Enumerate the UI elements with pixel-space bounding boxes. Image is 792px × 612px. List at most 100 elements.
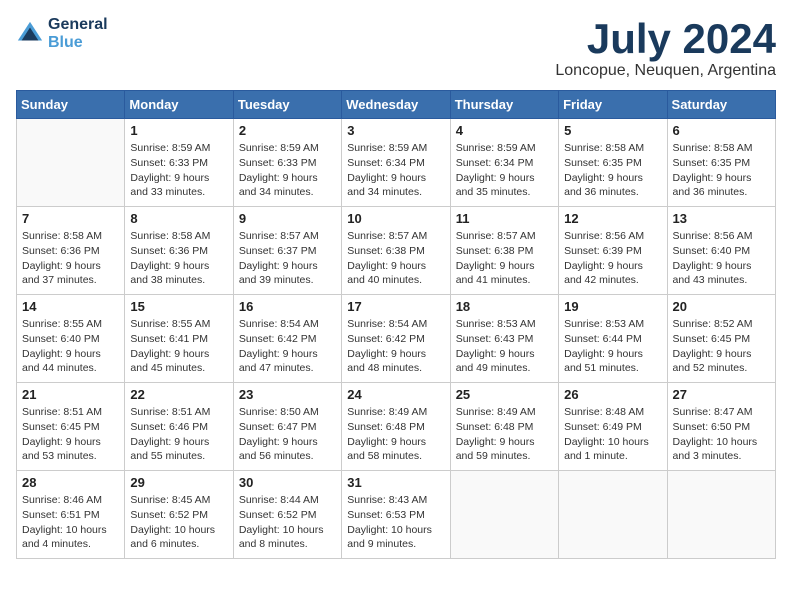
calendar-cell: 29Sunrise: 8:45 AMSunset: 6:52 PMDayligh… xyxy=(125,471,233,559)
day-number: 7 xyxy=(22,211,119,226)
calendar-cell: 5 Sunrise: 8:58 AMSunset: 6:35 PMDaylight… xyxy=(559,119,667,207)
logo-text-line1: General xyxy=(48,16,108,34)
calendar-cell: 6 Sunrise: 8:58 AMSunset: 6:35 PMDaylight… xyxy=(667,119,775,207)
day-number: 28 xyxy=(22,475,119,490)
calendar-week-row: 14Sunrise: 8:55 AMSunset: 6:40 PMDayligh… xyxy=(17,295,776,383)
day-number: 13 xyxy=(673,211,770,226)
weekday-header: Wednesday xyxy=(342,91,450,119)
calendar-cell: 25Sunrise: 8:49 AMSunset: 6:48 PMDayligh… xyxy=(450,383,558,471)
day-info: Sunrise: 8:58 AMSunset: 6:36 PMDaylight:… xyxy=(22,229,119,288)
day-number: 22 xyxy=(130,387,227,402)
weekday-header-row: SundayMondayTuesdayWednesdayThursdayFrid… xyxy=(17,91,776,119)
day-number: 17 xyxy=(347,299,444,314)
calendar-cell: 16 Sunrise: 8:54 AMSunset: 6:42 PMDayligh… xyxy=(233,295,341,383)
day-info: Sunrise: 8:59 AMSunset: 6:33 PMDaylight:… xyxy=(130,141,227,200)
weekday-header: Saturday xyxy=(667,91,775,119)
day-info: Sunrise: 8:50 AMSunset: 6:47 PMDaylight:… xyxy=(239,405,336,464)
day-info: Sunrise: 8:57 AMSunset: 6:38 PMDaylight:… xyxy=(456,229,553,288)
day-info: Sunrise: 8:48 AMSunset: 6:49 PMDaylight:… xyxy=(564,405,661,464)
logo-text-line2: Blue xyxy=(48,34,108,52)
calendar-cell: 18 Sunrise: 8:53 AMSunset: 6:43 PMDayligh… xyxy=(450,295,558,383)
calendar-cell xyxy=(450,471,558,559)
day-info: Sunrise: 8:55 AMSunset: 6:40 PMDaylight:… xyxy=(22,317,119,376)
day-info: Sunrise: 8:58 AMSunset: 6:36 PMDaylight:… xyxy=(130,229,227,288)
calendar-cell: 17 Sunrise: 8:54 AMSunset: 6:42 PMDayligh… xyxy=(342,295,450,383)
day-number: 1 xyxy=(130,123,227,138)
weekday-header: Sunday xyxy=(17,91,125,119)
day-number: 20 xyxy=(673,299,770,314)
day-info: Sunrise: 8:56 AMSunset: 6:39 PMDaylight:… xyxy=(564,229,661,288)
day-info: Sunrise: 8:58 AMSunset: 6:35 PMDaylight:… xyxy=(673,141,770,200)
day-info: Sunrise: 8:58 AMSunset: 6:35 PMDaylight:… xyxy=(564,141,661,200)
calendar-cell: 20 Sunrise: 8:52 AMSunset: 6:45 PMDayligh… xyxy=(667,295,775,383)
day-number: 15 xyxy=(130,299,227,314)
day-number: 19 xyxy=(564,299,661,314)
title-block: July 2024 Loncopue, Neuquen, Argentina xyxy=(555,16,776,80)
day-info: Sunrise: 8:44 AMSunset: 6:52 PMDaylight:… xyxy=(239,493,336,552)
day-number: 5 xyxy=(564,123,661,138)
weekday-header: Thursday xyxy=(450,91,558,119)
weekday-header: Monday xyxy=(125,91,233,119)
calendar-week-row: 28 Sunrise: 8:46 AMSunset: 6:51 PMDayligh… xyxy=(17,471,776,559)
day-number: 9 xyxy=(239,211,336,226)
calendar-cell: 22 Sunrise: 8:51 AMSunset: 6:46 PMDayligh… xyxy=(125,383,233,471)
day-number: 18 xyxy=(456,299,553,314)
day-number: 11 xyxy=(456,211,553,226)
day-info: Sunrise: 8:55 AMSunset: 6:41 PMDaylight:… xyxy=(130,317,227,376)
calendar-cell: 21Sunrise: 8:51 AMSunset: 6:45 PMDayligh… xyxy=(17,383,125,471)
day-info: Sunrise: 8:54 AMSunset: 6:42 PMDaylight:… xyxy=(239,317,336,376)
day-number: 12 xyxy=(564,211,661,226)
day-number: 26 xyxy=(564,387,661,402)
calendar-cell: 19 Sunrise: 8:53 AMSunset: 6:44 PMDayligh… xyxy=(559,295,667,383)
logo-icon xyxy=(16,20,44,48)
calendar-week-row: 21Sunrise: 8:51 AMSunset: 6:45 PMDayligh… xyxy=(17,383,776,471)
day-info: Sunrise: 8:49 AMSunset: 6:48 PMDaylight:… xyxy=(456,405,553,464)
calendar-cell: 26 Sunrise: 8:48 AMSunset: 6:49 PMDayligh… xyxy=(559,383,667,471)
day-info: Sunrise: 8:52 AMSunset: 6:45 PMDaylight:… xyxy=(673,317,770,376)
day-info: Sunrise: 8:57 AMSunset: 6:37 PMDaylight:… xyxy=(239,229,336,288)
day-number: 30 xyxy=(239,475,336,490)
calendar-cell: 1 Sunrise: 8:59 AMSunset: 6:33 PMDaylight… xyxy=(125,119,233,207)
weekday-header: Friday xyxy=(559,91,667,119)
calendar-cell: 12 Sunrise: 8:56 AMSunset: 6:39 PMDayligh… xyxy=(559,207,667,295)
calendar-week-row: 7 Sunrise: 8:58 AMSunset: 6:36 PMDaylight… xyxy=(17,207,776,295)
day-number: 3 xyxy=(347,123,444,138)
day-number: 4 xyxy=(456,123,553,138)
day-number: 29 xyxy=(130,475,227,490)
day-info: Sunrise: 8:57 AMSunset: 6:38 PMDaylight:… xyxy=(347,229,444,288)
day-info: Sunrise: 8:47 AMSunset: 6:50 PMDaylight:… xyxy=(673,405,770,464)
day-number: 10 xyxy=(347,211,444,226)
day-info: Sunrise: 8:56 AMSunset: 6:40 PMDaylight:… xyxy=(673,229,770,288)
calendar-week-row: 1 Sunrise: 8:59 AMSunset: 6:33 PMDaylight… xyxy=(17,119,776,207)
day-number: 24 xyxy=(347,387,444,402)
calendar-table: SundayMondayTuesdayWednesdayThursdayFrid… xyxy=(16,90,776,559)
calendar-cell: 9 Sunrise: 8:57 AMSunset: 6:37 PMDaylight… xyxy=(233,207,341,295)
day-info: Sunrise: 8:54 AMSunset: 6:42 PMDaylight:… xyxy=(347,317,444,376)
calendar-cell: 27 Sunrise: 8:47 AMSunset: 6:50 PMDayligh… xyxy=(667,383,775,471)
day-info: Sunrise: 8:46 AMSunset: 6:51 PMDaylight:… xyxy=(22,493,119,552)
day-number: 31 xyxy=(347,475,444,490)
day-info: Sunrise: 8:59 AMSunset: 6:34 PMDaylight:… xyxy=(456,141,553,200)
day-info: Sunrise: 8:53 AMSunset: 6:44 PMDaylight:… xyxy=(564,317,661,376)
calendar-cell: 8Sunrise: 8:58 AMSunset: 6:36 PMDaylight… xyxy=(125,207,233,295)
calendar-cell: 11 Sunrise: 8:57 AMSunset: 6:38 PMDayligh… xyxy=(450,207,558,295)
calendar-cell: 4 Sunrise: 8:59 AMSunset: 6:34 PMDaylight… xyxy=(450,119,558,207)
calendar-cell xyxy=(559,471,667,559)
calendar-cell: 30 Sunrise: 8:44 AMSunset: 6:52 PMDayligh… xyxy=(233,471,341,559)
calendar-cell: 3Sunrise: 8:59 AMSunset: 6:34 PMDaylight… xyxy=(342,119,450,207)
day-info: Sunrise: 8:51 AMSunset: 6:46 PMDaylight:… xyxy=(130,405,227,464)
calendar-cell: 13 Sunrise: 8:56 AMSunset: 6:40 PMDayligh… xyxy=(667,207,775,295)
day-info: Sunrise: 8:53 AMSunset: 6:43 PMDaylight:… xyxy=(456,317,553,376)
calendar-cell: 28 Sunrise: 8:46 AMSunset: 6:51 PMDayligh… xyxy=(17,471,125,559)
day-info: Sunrise: 8:59 AMSunset: 6:33 PMDaylight:… xyxy=(239,141,336,200)
weekday-header: Tuesday xyxy=(233,91,341,119)
month-title: July 2024 xyxy=(555,16,776,62)
logo: General Blue xyxy=(16,16,108,52)
page-header: General Blue July 2024 Loncopue, Neuquen… xyxy=(16,16,776,80)
day-number: 6 xyxy=(673,123,770,138)
day-number: 16 xyxy=(239,299,336,314)
location: Loncopue, Neuquen, Argentina xyxy=(555,62,776,80)
calendar-cell: 23Sunrise: 8:50 AMSunset: 6:47 PMDayligh… xyxy=(233,383,341,471)
day-info: Sunrise: 8:43 AMSunset: 6:53 PMDaylight:… xyxy=(347,493,444,552)
day-number: 27 xyxy=(673,387,770,402)
